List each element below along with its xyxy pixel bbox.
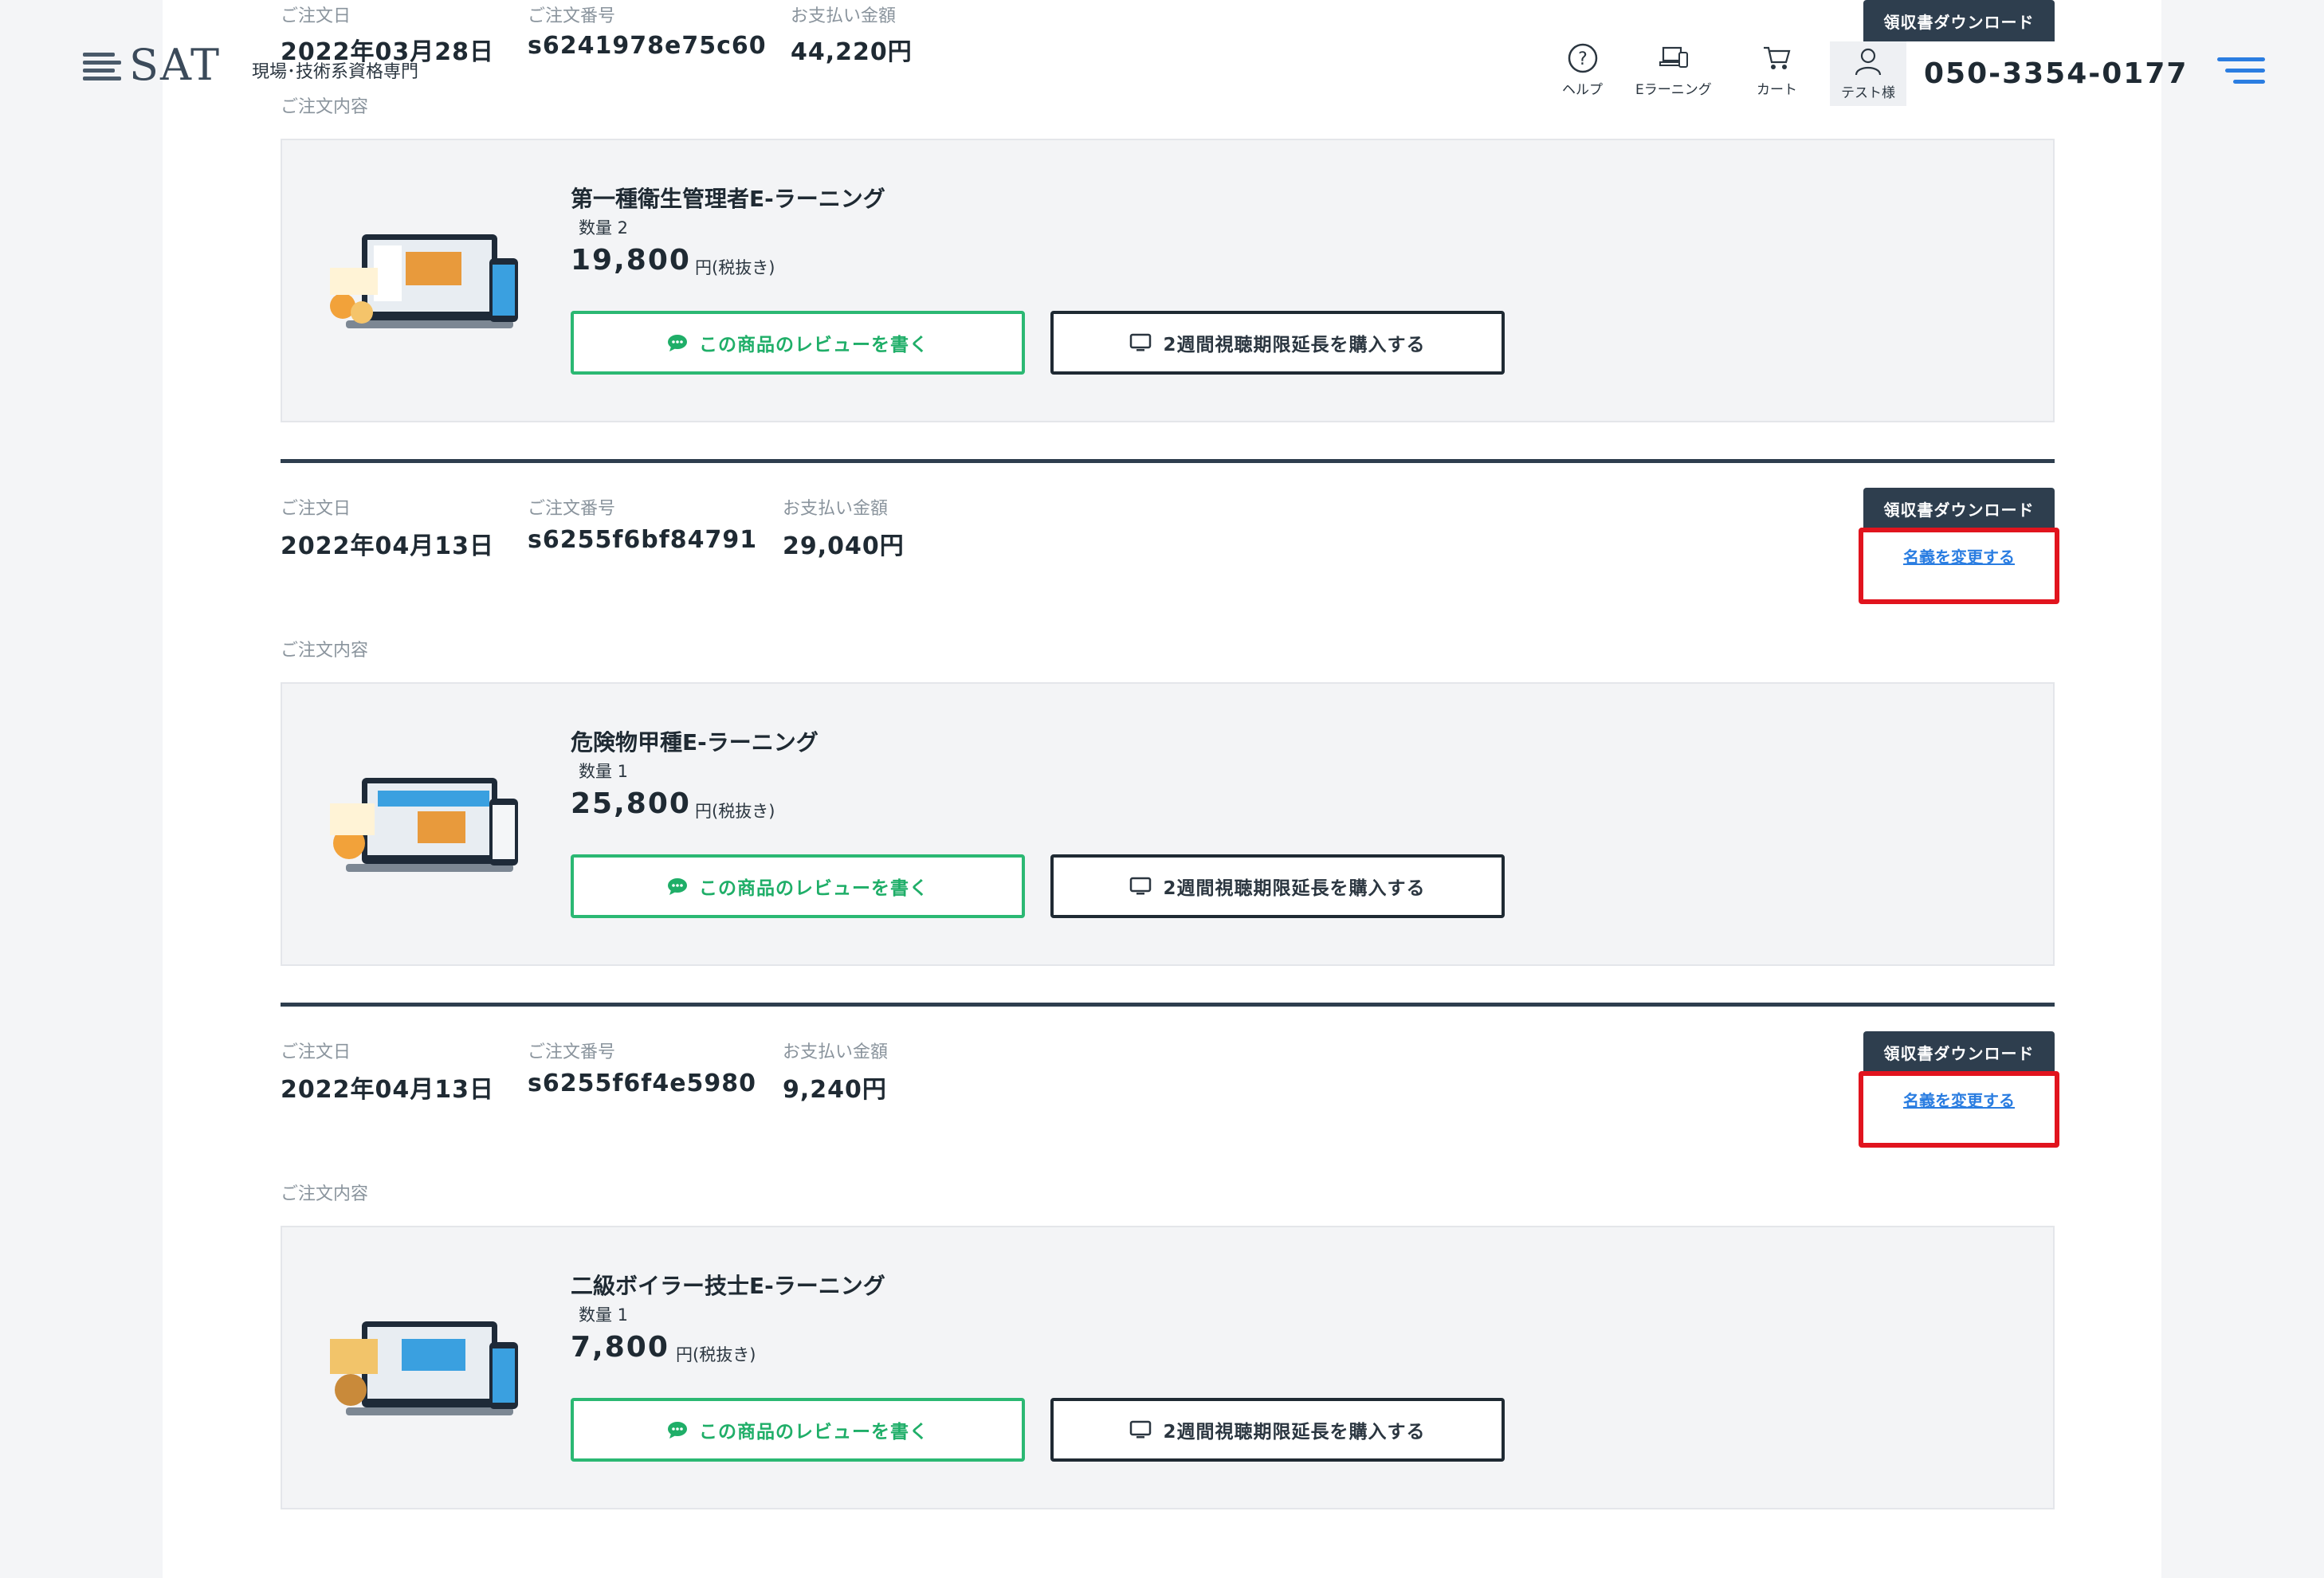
nav-user-label: テスト様 [1841, 85, 1895, 101]
product-name: 危険物甲種E-ラーニング [571, 729, 819, 756]
payment-amount: 9,240円 [783, 1076, 887, 1104]
product-box: 第一種衛生管理者E-ラーニング 数量 2 19,800 円(税抜き) この商品の… [281, 139, 2055, 422]
product-quantity: 数量 2 [579, 218, 629, 237]
extend-viewing-button[interactable]: 2週間視聴期限延長を購入する [1050, 311, 1505, 375]
logo-menu-icon [83, 49, 121, 81]
order-contents-label: ご注文内容 [281, 1184, 369, 1204]
extend-viewing-button[interactable]: 2週間視聴期限延長を購入する [1050, 1398, 1505, 1462]
write-review-label: この商品のレビューを書く [699, 335, 928, 355]
chat-bubble-icon [668, 878, 687, 895]
product-quantity: 数量 1 [579, 762, 629, 781]
user-icon [1855, 48, 1882, 76]
receipt-download-button[interactable]: 領収書ダウンロード [1863, 1031, 2055, 1073]
product-name: 第一種衛生管理者E-ラーニング [571, 186, 885, 212]
product-box: 二級ボイラー技士E-ラーニング 数量 1 7,800 円(税抜き) この商品のレ… [281, 1226, 2055, 1509]
product-box: 危険物甲種E-ラーニング 数量 1 25,800 円(税抜き) この商品のレビュ… [281, 682, 2055, 966]
order-block-3: ご注文日 ご注文番号 お支払い金額 2022年04月13日 s6255f6f4e… [281, 1031, 2059, 1525]
monitor-icon [1130, 1420, 1152, 1439]
payment-amount-label: お支払い金額 [783, 1042, 889, 1062]
order-date-label: ご注文日 [281, 1042, 351, 1062]
order-divider [281, 1003, 2055, 1007]
monitor-icon [1130, 333, 1152, 351]
write-review-label: この商品のレビューを書く [699, 1422, 928, 1443]
order-number: s6255f6f4e5980 [528, 1070, 757, 1097]
nav-help-label: ヘルプ [1562, 82, 1603, 98]
order-number-label: ご注文番号 [528, 1042, 616, 1062]
product-thumbnail [330, 234, 518, 328]
devices-icon [1659, 46, 1688, 68]
order-number: s6255f6bf84791 [528, 526, 758, 554]
site-logo[interactable]: SAT [83, 40, 221, 90]
product-price: 25,800 [571, 787, 691, 820]
write-review-label: この商品のレビューを書く [699, 878, 928, 899]
extend-viewing-label: 2週間視聴期限延長を購入する [1163, 1422, 1426, 1443]
site-header: SAT 現場･技術系資格専門 ? ヘルプ Eラーニング カート テスト様 050… [0, 0, 2324, 120]
highlight-box [1859, 528, 2059, 604]
cart-icon [1763, 46, 1790, 69]
extend-viewing-label: 2週間視聴期限延長を購入する [1163, 878, 1426, 899]
extend-viewing-button[interactable]: 2週間視聴期限延長を購入する [1050, 854, 1505, 918]
svg-text:?: ? [1578, 49, 1588, 69]
hamburger-menu-icon[interactable] [2217, 57, 2265, 86]
nav-cart[interactable]: カート [1757, 41, 1797, 98]
order-date-label: ご注文日 [281, 499, 351, 519]
nav-help[interactable]: ? ヘルプ [1562, 41, 1603, 98]
payment-amount: 29,040円 [783, 532, 905, 560]
chat-bubble-icon [668, 1422, 687, 1439]
product-thumbnail [330, 1321, 518, 1415]
order-divider [281, 459, 2055, 463]
order-block-2: ご注文日 ご注文番号 お支払い金額 2022年04月13日 s6255f6bf8… [281, 488, 2059, 966]
tax-note: 円(税抜き) [695, 258, 775, 277]
product-quantity: 数量 1 [579, 1305, 629, 1325]
receipt-download-button[interactable]: 領収書ダウンロード [1863, 488, 2055, 529]
product-price: 19,800 [571, 244, 691, 277]
chat-bubble-icon [668, 335, 687, 351]
phone-number[interactable]: 050-3354-0177 [1924, 57, 2188, 90]
highlight-box [1859, 1071, 2059, 1148]
extend-viewing-label: 2週間視聴期限延長を購入する [1163, 335, 1426, 355]
logo-tagline: 現場･技術系資格専門 [252, 62, 419, 82]
order-date: 2022年04月13日 [281, 532, 494, 560]
nav-user[interactable]: テスト様 [1830, 41, 1906, 106]
product-thumbnail [330, 778, 518, 872]
order-date: 2022年04月13日 [281, 1076, 494, 1104]
nav-cart-label: カート [1757, 82, 1797, 98]
nav-elearning[interactable]: Eラーニング [1635, 41, 1712, 98]
logo-text: SAT [129, 40, 222, 90]
payment-amount-label: お支払い金額 [783, 499, 889, 519]
write-review-button[interactable]: この商品のレビューを書く [571, 1398, 1025, 1462]
nav-elearning-label: Eラーニング [1635, 82, 1712, 98]
write-review-button[interactable]: この商品のレビューを書く [571, 854, 1025, 918]
order-number-label: ご注文番号 [528, 499, 616, 519]
tax-note: 円(税抜き) [695, 802, 775, 821]
order-contents-label: ご注文内容 [281, 641, 369, 661]
tax-note: 円(税抜き) [676, 1345, 756, 1364]
help-icon: ? [1568, 43, 1597, 73]
monitor-icon [1130, 877, 1152, 895]
product-price: 7,800 [571, 1331, 669, 1364]
product-name: 二級ボイラー技士E-ラーニング [571, 1273, 885, 1299]
write-review-button[interactable]: この商品のレビューを書く [571, 311, 1025, 375]
